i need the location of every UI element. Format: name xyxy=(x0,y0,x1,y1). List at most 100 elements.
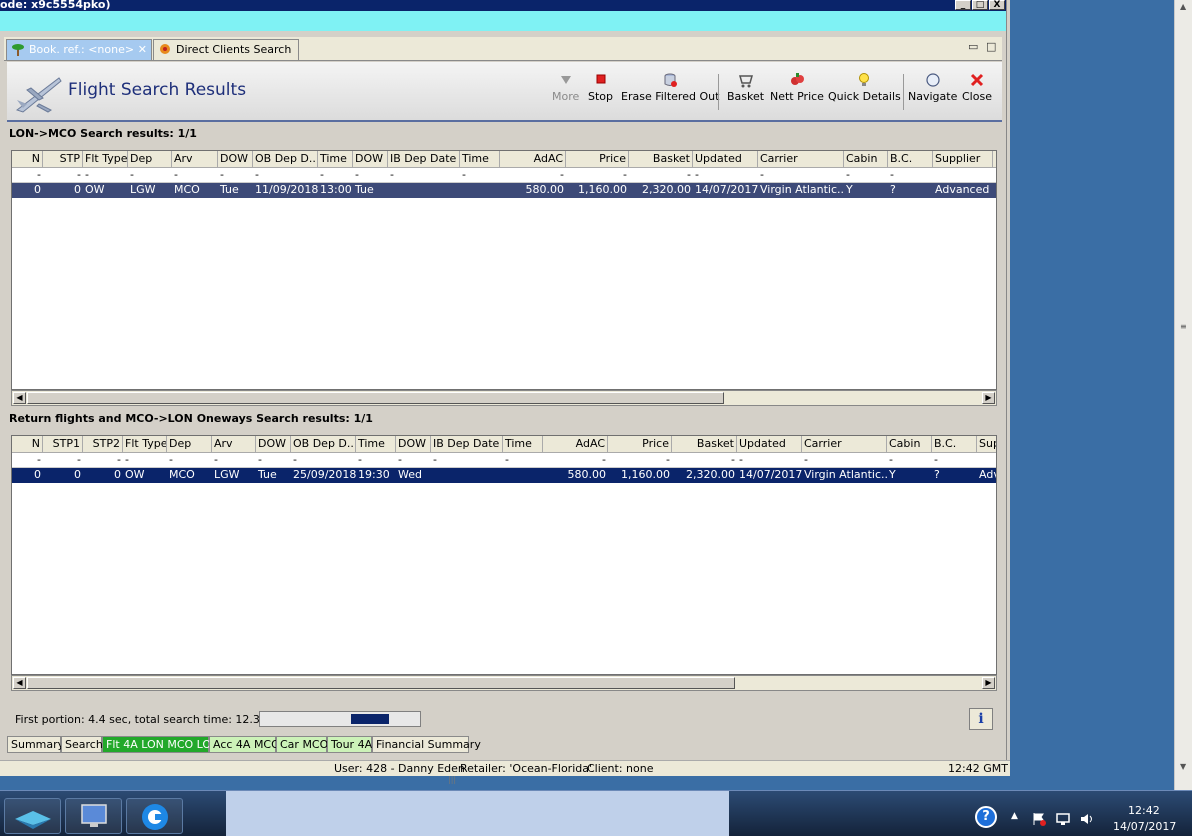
column-header[interactable]: Basket xyxy=(672,436,737,453)
tab-direct-clients-search[interactable]: Direct Clients Search xyxy=(153,39,299,60)
column-header[interactable]: Price xyxy=(566,151,629,168)
filter-cell[interactable]: - xyxy=(291,453,356,468)
more-button[interactable]: More xyxy=(552,72,579,103)
filter-cell[interactable]: - xyxy=(172,168,218,183)
tab-summary[interactable]: Summary xyxy=(7,736,64,753)
filter-cell[interactable]: - xyxy=(887,453,932,468)
filter-cell[interactable] xyxy=(977,453,996,468)
filter-row[interactable]: ------------------- xyxy=(12,453,996,468)
filter-cell[interactable]: - xyxy=(83,453,123,468)
minimize-view-icon[interactable]: ▭ xyxy=(968,40,978,53)
filter-cell[interactable]: - xyxy=(43,168,83,183)
column-header[interactable]: N xyxy=(12,436,43,453)
filter-cell[interactable]: - xyxy=(167,453,212,468)
filter-cell[interactable]: - xyxy=(737,453,802,468)
filter-cell[interactable]: - xyxy=(388,168,460,183)
resize-grip-icon[interactable]: ||| xyxy=(448,775,456,784)
taskbar-app-launcher[interactable] xyxy=(4,798,61,834)
tab-tour-4a[interactable]: Tour 4A xyxy=(327,736,372,753)
scroll-right-icon[interactable]: ▶ xyxy=(982,392,995,404)
filter-cell[interactable]: - xyxy=(802,453,887,468)
tab-financial-summary[interactable]: Financial Summary xyxy=(372,736,481,753)
action-center-flag-icon[interactable] xyxy=(1031,812,1047,826)
tab-close-icon[interactable]: ✕ xyxy=(138,40,147,59)
column-header[interactable]: Updated xyxy=(737,436,802,453)
filter-cell[interactable]: - xyxy=(932,453,977,468)
filter-cell[interactable]: - xyxy=(543,453,608,468)
column-header[interactable]: STP1 xyxy=(43,436,83,453)
column-header[interactable]: Dep xyxy=(128,151,172,168)
column-header[interactable]: Carrier xyxy=(802,436,887,453)
filter-cell[interactable]: - xyxy=(43,453,83,468)
tab-flt-4a-lon-mco-lon[interactable]: Flt 4A LON MCO LON xyxy=(102,736,219,753)
column-header[interactable]: B.C. xyxy=(888,151,933,168)
column-header[interactable]: DOW xyxy=(353,151,388,168)
filter-cell[interactable]: - xyxy=(256,453,291,468)
filter-cell[interactable]: - xyxy=(396,453,431,468)
filter-cell[interactable]: - xyxy=(888,168,933,183)
basket-button[interactable]: Basket xyxy=(727,72,764,103)
outbound-results-grid[interactable]: N STP Flt Type Dep Arv DOW OB Dep D... Time DOW I… xyxy=(11,150,997,390)
close-window-button[interactable]: X xyxy=(989,0,1005,10)
column-header[interactable]: AdAC xyxy=(543,436,608,453)
filter-cell[interactable]: - xyxy=(500,168,566,183)
clock-time[interactable]: 12:42 xyxy=(1128,804,1160,817)
show-hidden-icons-icon[interactable]: ▲ xyxy=(1011,811,1018,821)
column-header[interactable]: Price xyxy=(608,436,672,453)
filter-cell[interactable]: - xyxy=(693,168,758,183)
scroll-down-arrow-icon[interactable]: ▼ xyxy=(1180,762,1186,771)
column-header[interactable]: Sup xyxy=(977,436,996,453)
filter-cell[interactable]: - xyxy=(123,453,167,468)
filter-cell[interactable]: - xyxy=(758,168,844,183)
column-header[interactable]: Supplier xyxy=(933,151,993,168)
filter-cell[interactable]: - xyxy=(318,168,353,183)
clock-date[interactable]: 14/07/2017 xyxy=(1113,820,1176,833)
filter-cell[interactable]: - xyxy=(629,168,693,183)
scroll-left-icon[interactable]: ◀ xyxy=(13,677,26,689)
stop-button[interactable]: Stop xyxy=(588,72,613,103)
column-header[interactable]: AdAC xyxy=(500,151,566,168)
navigate-button[interactable]: Navigate xyxy=(908,72,957,103)
filter-cell[interactable]: - xyxy=(356,453,396,468)
column-header[interactable]: Time xyxy=(460,151,500,168)
help-icon[interactable]: ? xyxy=(975,806,997,828)
tab-search[interactable]: Search xyxy=(61,736,103,753)
column-header[interactable]: Cabin xyxy=(887,436,932,453)
nett-price-button[interactable]: Nett Price xyxy=(770,72,824,103)
filter-cell[interactable]: - xyxy=(503,453,543,468)
filter-cell[interactable]: - xyxy=(12,453,43,468)
erase-filtered-out-button[interactable]: Erase Filtered Out xyxy=(621,72,719,103)
maximize-view-icon[interactable]: □ xyxy=(986,40,996,53)
return-horizontal-scrollbar[interactable]: ◀ ▶ xyxy=(11,675,997,691)
column-header[interactable]: N xyxy=(12,151,43,168)
column-header[interactable]: Flt Type xyxy=(123,436,167,453)
scroll-right-icon[interactable]: ▶ xyxy=(982,677,995,689)
column-header[interactable]: Flt Type xyxy=(83,151,128,168)
filter-cell[interactable]: - xyxy=(353,168,388,183)
column-header[interactable]: OB Dep D... xyxy=(291,436,356,453)
info-button[interactable]: i xyxy=(969,708,993,730)
filter-cell[interactable]: - xyxy=(672,453,737,468)
column-header[interactable]: Arv xyxy=(172,151,218,168)
filter-cell[interactable]: - xyxy=(212,453,256,468)
outbound-horizontal-scrollbar[interactable]: ◀ ▶ xyxy=(11,390,997,406)
scroll-thumb[interactable] xyxy=(27,677,735,689)
column-header[interactable]: OB Dep D... xyxy=(253,151,318,168)
tab-car-mco[interactable]: Car MCO xyxy=(276,736,328,753)
column-header[interactable]: B.C. xyxy=(932,436,977,453)
filter-cell[interactable]: - xyxy=(460,168,500,183)
column-header[interactable]: STP2 xyxy=(83,436,123,453)
filter-cell[interactable]: - xyxy=(253,168,318,183)
column-header[interactable]: STP xyxy=(43,151,83,168)
taskbar-browser[interactable] xyxy=(126,798,183,834)
scroll-thumb[interactable] xyxy=(27,392,724,404)
column-header[interactable]: DOW xyxy=(396,436,431,453)
column-header[interactable]: Cabin xyxy=(844,151,888,168)
column-header[interactable]: IB Dep Date xyxy=(431,436,503,453)
column-header[interactable]: Dep xyxy=(167,436,212,453)
column-header[interactable]: Arv xyxy=(212,436,256,453)
filter-cell[interactable]: - xyxy=(12,168,43,183)
scroll-up-arrow-icon[interactable]: ▲ xyxy=(1180,2,1186,11)
column-header[interactable]: Updated xyxy=(693,151,758,168)
tab-acc-4a-mco[interactable]: Acc 4A MCO xyxy=(209,736,280,753)
